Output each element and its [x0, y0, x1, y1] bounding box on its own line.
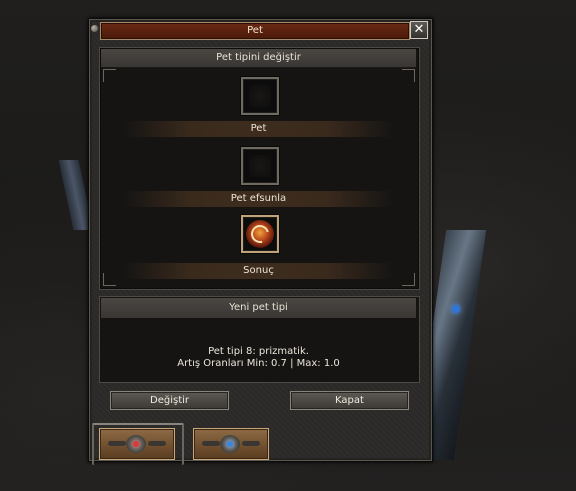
- enchant-slot[interactable]: [241, 147, 279, 185]
- corner-ornament: [103, 69, 116, 82]
- change-button[interactable]: Değiştir: [110, 391, 229, 410]
- enchant-slot-label: Pet efsunla: [123, 191, 394, 207]
- new-type-name: Pet tipi 8: prizmatik.: [208, 346, 309, 357]
- corner-ornament: [402, 273, 415, 286]
- tab-red-emblem[interactable]: [99, 428, 175, 460]
- tab-blue-emblem[interactable]: [193, 428, 269, 460]
- pet-slot-label: Pet: [123, 121, 394, 137]
- pet-result-icon: [246, 220, 274, 248]
- character-blue-gem: [452, 305, 460, 313]
- result-slot[interactable]: [241, 215, 279, 253]
- close-button[interactable]: Kapat: [290, 391, 409, 410]
- empty-slot-icon: [249, 155, 271, 177]
- close-icon[interactable]: ✕: [410, 21, 428, 39]
- new-type-heading: Yeni pet tipi: [101, 298, 416, 318]
- pet-slot[interactable]: [241, 77, 279, 115]
- window-title: Pet: [100, 22, 410, 40]
- result-slot-label: Sonuç: [123, 263, 394, 279]
- corner-ornament: [103, 273, 116, 286]
- window-bolt-icon: [91, 25, 98, 32]
- empty-slot-icon: [249, 85, 271, 107]
- red-gem-emblem-icon: [126, 435, 146, 453]
- corner-ornament: [402, 69, 415, 82]
- blue-gem-emblem-icon: [220, 435, 240, 453]
- change-type-heading: Pet tipini değiştir: [101, 49, 416, 68]
- new-type-rates: Artış Oranları Min: 0.7 | Max: 1.0: [177, 358, 340, 369]
